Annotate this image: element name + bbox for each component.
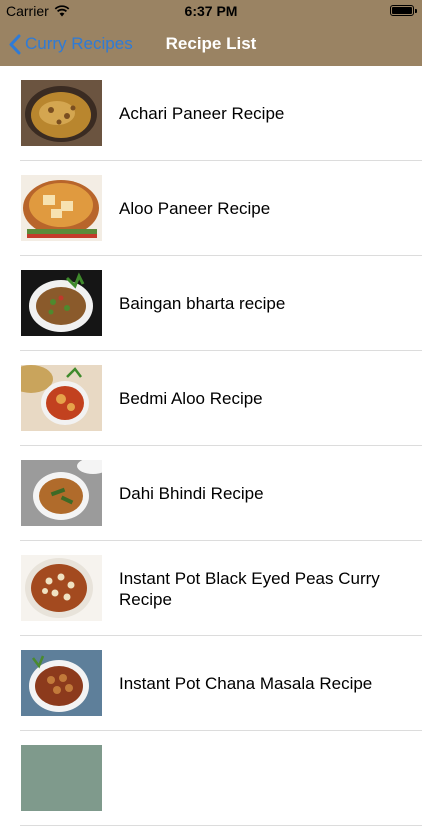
recipe-label: Dahi Bhindi Recipe [119, 484, 264, 503]
bedmi-aloo-thumbnail [21, 365, 102, 431]
dahi-bhindi-thumbnail [21, 460, 102, 526]
achari-paneer-thumbnail [21, 80, 102, 146]
recipe-row-achari-paneer[interactable]: Achari Paneer Recipe [0, 66, 422, 161]
recipe-label: Baingan bharta recipe [119, 294, 286, 313]
recipe-row-chana-masala[interactable]: Instant Pot Chana Masala Recipe [0, 636, 422, 731]
recipe-row-black-eyed-peas[interactable]: Instant Pot Black Eyed Peas Curry Recipe [0, 541, 422, 636]
partial-recipe-thumbnail [21, 745, 102, 811]
battery-icon [390, 5, 417, 16]
status-bar: Carrier 6:37 PM [0, 0, 422, 22]
recipe-label: Aloo Paneer Recipe [119, 199, 271, 218]
recipe-label: Bedmi Aloo Recipe [119, 389, 263, 408]
recipe-row-bedmi-aloo[interactable]: Bedmi Aloo Recipe [0, 351, 422, 446]
page-title: Recipe List [165, 34, 257, 53]
recipe-label: Instant Pot Black Eyed Peas Curry Recipe [119, 568, 380, 609]
navigation-bar: Curry Recipes Recipe List [0, 22, 422, 66]
recipe-label: Instant Pot Chana Masala Recipe [119, 674, 373, 693]
recipe-row-dahi-bhindi[interactable]: Dahi Bhindi Recipe [0, 446, 422, 541]
chana-masala-thumbnail [21, 650, 102, 716]
recipe-list: Achari Paneer Recipe Aloo Paneer Recipe [0, 66, 422, 826]
aloo-paneer-thumbnail [21, 175, 102, 241]
recipe-row-partial[interactable] [0, 731, 422, 826]
black-eyed-peas-thumbnail [21, 555, 102, 621]
recipe-label: Achari Paneer Recipe [119, 104, 285, 123]
baingan-bharta-thumbnail [21, 270, 102, 336]
status-time: 6:37 PM [184, 3, 238, 19]
recipe-row-baingan-bharta[interactable]: Baingan bharta recipe [0, 256, 422, 351]
recipe-row-aloo-paneer[interactable]: Aloo Paneer Recipe [0, 161, 422, 256]
